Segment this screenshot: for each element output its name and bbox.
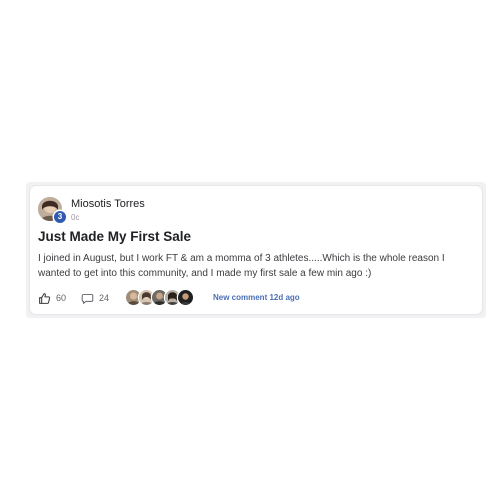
like-count: 60	[56, 293, 67, 303]
post-title[interactable]: Just Made My First Sale	[38, 229, 191, 244]
post-timestamp: 0c	[71, 213, 80, 222]
like-button[interactable]: 60	[38, 290, 66, 306]
avatar	[178, 290, 193, 305]
thumbs-up-icon	[38, 292, 51, 305]
post-card[interactable]: 3 Miosotis Torres 0c Just Made My First …	[30, 186, 482, 314]
author-name[interactable]: Miosotis Torres	[71, 198, 145, 210]
post-author-row: 3 Miosotis Torres 0c	[38, 197, 338, 225]
comment-count: 24	[99, 293, 110, 303]
post-footer: 60 24 New comment 12d ago	[38, 290, 474, 306]
post-body: I joined in August, but I work FT & am a…	[38, 253, 445, 279]
author-level-badge: 3	[54, 211, 66, 223]
comment-button[interactable]: 24	[81, 290, 109, 306]
participant-avatars[interactable]	[126, 290, 206, 306]
new-comment-link[interactable]: New comment 12d ago	[213, 293, 300, 302]
comment-bubble-icon	[81, 292, 94, 305]
